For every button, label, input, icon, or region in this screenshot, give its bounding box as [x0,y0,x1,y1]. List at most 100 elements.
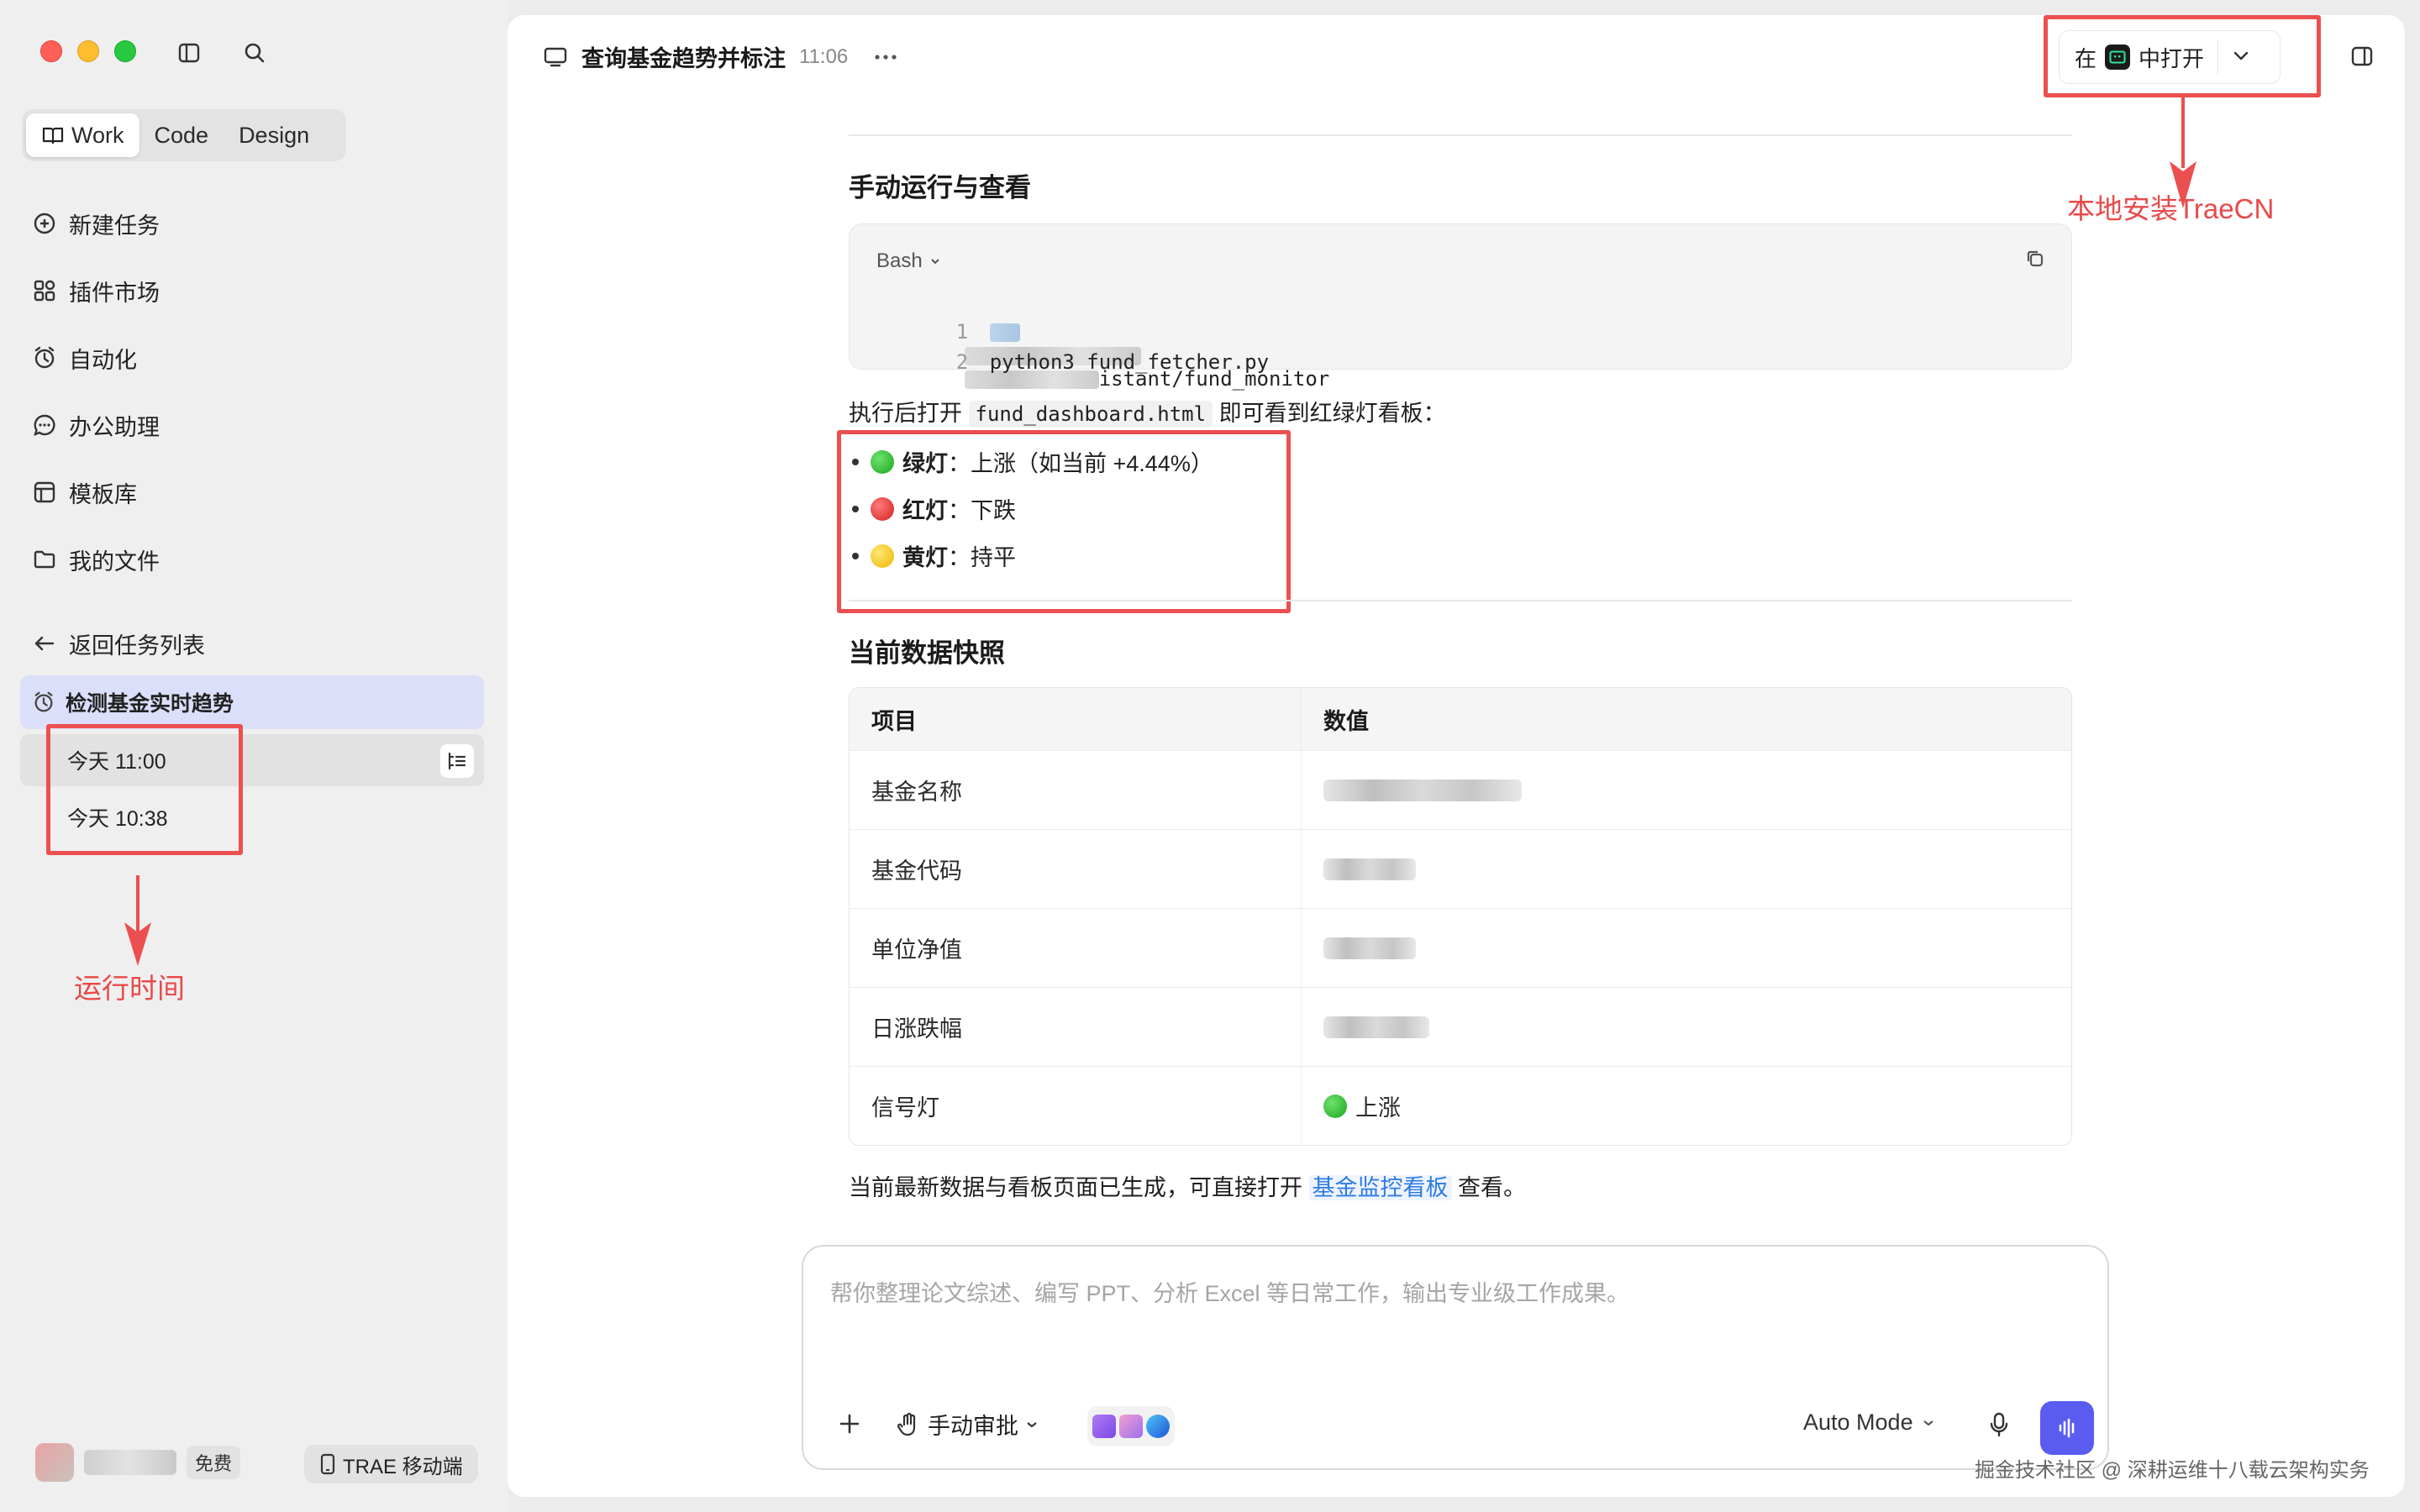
toggle-right-panel-icon[interactable] [2349,44,2375,73]
after-run-suffix: 即可看到红绿灯看板： [1218,401,1446,426]
folder-icon [34,550,55,569]
page-title: 查询基金趋势并标注 [581,46,786,71]
minimize-window-button[interactable] [77,40,99,62]
data-table: 项目 数值 基金名称 基金代码 单位净值 日涨跌幅 信号灯 上涨 [849,687,2072,1146]
music-tool-icon[interactable] [1146,1415,1170,1438]
table-row: 单位净值 [850,908,2071,987]
table-header-row: 项目 数值 [850,688,2071,750]
more-icon[interactable] [873,53,898,61]
code-language-selector[interactable]: Bash [876,249,941,273]
after-run-prefix: 执行后打开 [849,401,962,426]
closing-prefix: 当前最新数据与看板页面已生成，可直接打开 [849,1175,1302,1200]
nav-label: 模板库 [69,481,137,507]
video-tool-icon[interactable] [1092,1415,1116,1438]
run-list-button[interactable] [440,744,474,778]
table-cell-key: 单位净值 [850,909,1302,987]
nav-label: 自动化 [69,347,137,373]
zoom-window-button[interactable] [114,40,136,62]
chevron-down-icon [1923,1420,1933,1425]
search-icon[interactable] [242,40,267,66]
table-row: 信号灯 上涨 [850,1066,2071,1145]
divider [849,134,2072,136]
nav-label: 我的文件 [69,549,160,575]
copy-icon[interactable] [2024,248,2046,274]
table-header-cell: 项目 [850,688,1302,750]
header-time: 11:06 [799,45,849,68]
table-cell-key: 基金代码 [850,830,1302,908]
annotation-arrow-icon [124,875,151,966]
composer[interactable]: 帮你整理论文综述、编写 PPT、分析 Excel 等日常工作，输出专业级工作成果… [802,1245,2109,1470]
composer-input[interactable]: 帮你整理论文综述、编写 PPT、分析 Excel 等日常工作，输出专业级工作成果… [830,1275,1629,1308]
inline-code-filename: fund_dashboard.html [968,401,1213,428]
task-group-header[interactable]: 检测基金实时趋势 [20,675,484,729]
dashboard-link[interactable]: 基金监控看板 [1308,1175,1452,1200]
close-window-button[interactable] [40,40,62,62]
composer-toolbar: 手动审批 Auto Mode [803,1388,2107,1468]
auto-mode-label: Auto Mode [1803,1410,1913,1435]
code-line-2: 2 python3 fund_fetcher.py [955,350,1270,374]
section-title-snapshot: 当前数据快照 [849,638,1005,668]
template-icon [34,481,55,503]
table-cell-value: 上涨 [1302,1067,2071,1145]
closing-suffix: 查看。 [1458,1175,1527,1200]
task-group-title: 检测基金实时趋势 [66,692,234,716]
table-row: 日涨跌幅 [850,987,2071,1066]
section-title-manual-run: 手动运行与查看 [849,173,1031,202]
mode-design-tab[interactable]: Design [224,113,324,157]
table-cell-value [1302,751,2071,829]
nav-template-library[interactable]: 模板库 [32,472,137,512]
image-tool-icon[interactable] [1119,1415,1143,1438]
annotation-box-lights [837,430,1291,613]
divider [849,600,2072,601]
nav-my-files[interactable]: 我的文件 [32,539,160,580]
mode-work-label: Work [71,122,124,148]
add-icon[interactable] [837,1411,862,1441]
auto-mode-selector[interactable]: Auto Mode [1803,1410,1935,1436]
plugins-icon [34,280,55,302]
toggle-sidebar-icon[interactable] [176,40,202,66]
table-cell-key: 基金名称 [850,751,1302,829]
mode-code-tab[interactable]: Code [139,113,224,157]
back-to-task-list[interactable]: 返回任务列表 [32,623,205,664]
microphone-icon[interactable] [1988,1411,2010,1442]
mobile-app-button[interactable]: TRAE 移动端 [304,1445,478,1483]
nav-plugin-market[interactable]: 插件市场 [32,270,160,311]
table-cell-value [1302,909,2071,987]
nav-office-assistant[interactable]: 办公助理 [32,405,160,445]
code-language: Bash [876,249,923,272]
user-area[interactable]: 免费 [35,1443,241,1482]
nav-new-task[interactable]: 新建任务 [32,203,160,244]
sidebar: Work Code Design 新建任务 插件市场 自动化 办公助理 模板库 … [0,0,508,1512]
code-block: Bash 1 istant/fund_monitor 2 python3 fund… [849,223,2072,391]
arrow-left-icon [34,636,55,651]
main-panel: 查询基金趋势并标注 11:06 在 中打开 本地安装TraeCN 手动运行与查看… [508,15,2405,1497]
approval-mode-button[interactable]: 手动审批 [897,1408,1039,1441]
nav-label: 插件市场 [69,280,160,306]
plus-circle-icon [34,213,55,234]
table-cell-key: 日涨跌幅 [850,988,1302,1066]
annotation-box-open-in [2044,15,2321,97]
avatar [35,1443,74,1482]
plan-badge: 免费 [187,1446,241,1479]
nav-label: 办公助理 [69,414,160,440]
table-cell-key: 信号灯 [850,1067,1302,1145]
mobile-label: TRAE 移动端 [343,1455,463,1478]
table-cell-value [1302,830,2071,908]
list-tree-icon [448,752,466,770]
table-row: 基金名称 [850,750,2071,829]
watermark: 掘金技术社区 @ 深耕运维十八载云架构实务 [1975,1459,2370,1482]
mode-work-tab[interactable]: Work [26,113,139,157]
chat-icon [34,414,55,437]
tool-icons[interactable] [1087,1406,1175,1446]
table-header-cell: 数值 [1323,708,1369,734]
mode-code-label: Code [154,122,209,148]
waveform-icon [2059,1418,2075,1438]
book-icon [42,127,64,144]
closing-text: 当前最新数据与看板页面已生成，可直接打开 基金监控看板 查看。 [849,1169,1526,1202]
table-row: 基金代码 [850,829,2071,908]
annotation-install-trae: 本地安装TraeCN [2067,193,2275,224]
clock-icon [34,691,53,712]
chevron-down-icon [1027,1421,1037,1427]
nav-automation[interactable]: 自动化 [32,338,137,378]
voice-send-button[interactable] [2040,1401,2094,1455]
